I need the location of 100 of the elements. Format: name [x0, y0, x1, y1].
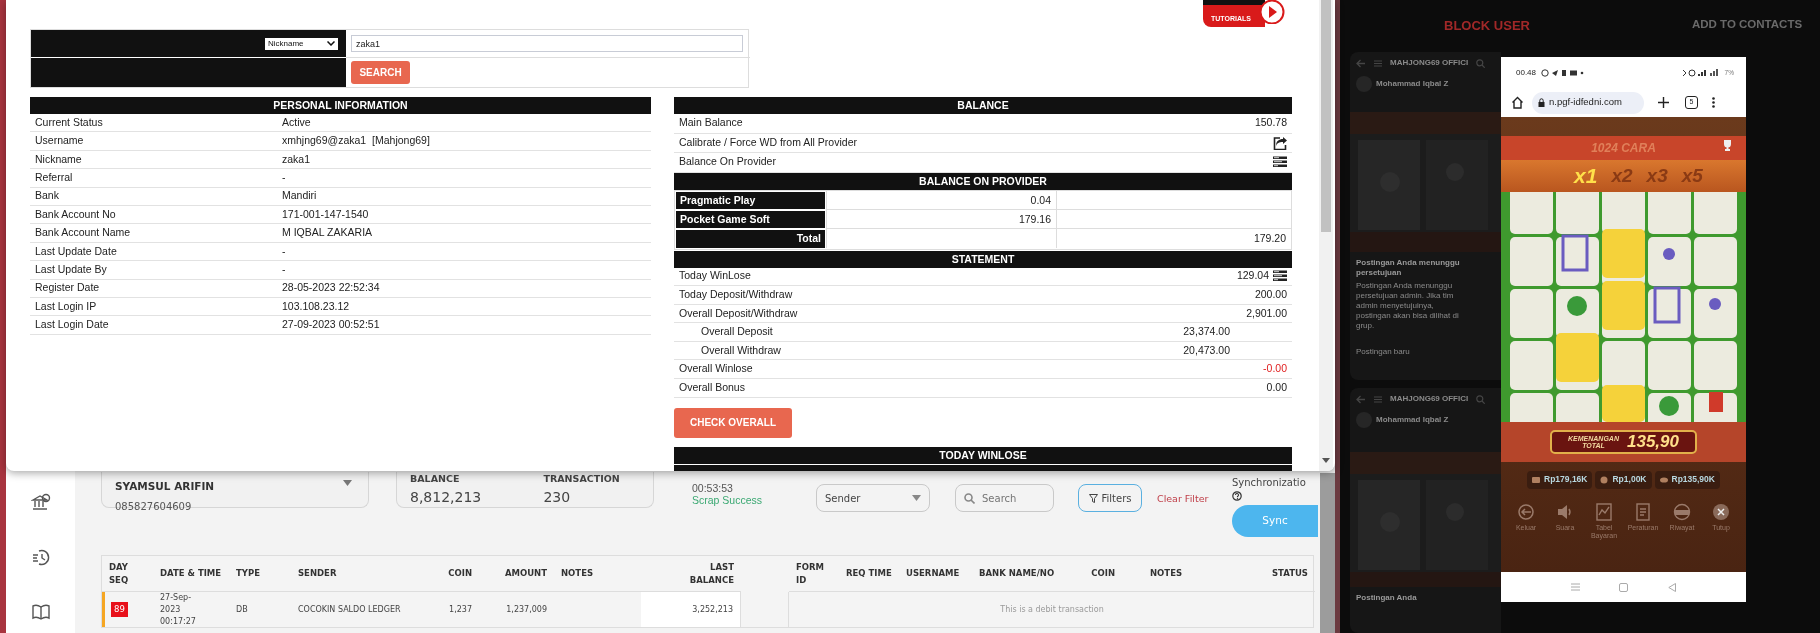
table-cell: 27-Sep-2023 00:17:27: [160, 591, 196, 628]
column-header: LAST BALANCE: [689, 560, 734, 587]
customer-name: SYAMSUL ARIFIN: [115, 480, 215, 493]
provider-name: Pocket Game Soft: [676, 210, 825, 228]
multiplier-label: x1: [1574, 163, 1598, 190]
column-header: COIN: [448, 567, 472, 580]
field-value: 23,374.00: [1183, 324, 1231, 340]
filter-icon: [1088, 493, 1098, 503]
history-icon[interactable]: [30, 547, 51, 567]
balance-value: Rp179,16K: [1544, 473, 1588, 486]
field-label: Main Balance: [679, 115, 743, 131]
status-time: 00.48: [1516, 66, 1537, 79]
scrap-time: 00:53:53: [692, 482, 733, 494]
field-label: Balance On Provider: [679, 154, 776, 170]
author-name: Mohammad Iqbal Z: [1376, 78, 1449, 90]
author-name: Mohammad Iqbal Z: [1376, 414, 1449, 426]
search-field[interactable]: Search: [955, 484, 1054, 512]
recents-icon[interactable]: [1570, 583, 1580, 591]
home-icon[interactable]: [1511, 96, 1524, 109]
menu-icon[interactable]: [1374, 59, 1382, 67]
field-value: 171-001-147-1540: [282, 206, 369, 222]
column-header: DAY SEQ: [109, 560, 129, 587]
caret-icon: [343, 480, 352, 486]
field-value: -: [282, 261, 286, 277]
list-icon[interactable]: [1273, 156, 1287, 169]
stat-label: BALANCE: [410, 473, 461, 484]
text-field[interactable]: zaka1: [351, 35, 743, 52]
search-button[interactable]: SEARCH: [351, 61, 410, 84]
search-icon[interactable]: [1476, 394, 1486, 404]
multiplier-label: x3: [1646, 163, 1668, 188]
field-label: Today WinLose: [679, 268, 751, 284]
new-tab-icon[interactable]: [1658, 97, 1669, 108]
table-cell: 1,237,009: [506, 603, 547, 616]
field-label: Register Date: [35, 280, 101, 296]
chart-icon: [1595, 503, 1613, 521]
filters-button[interactable]: Filters: [1078, 484, 1142, 512]
field-value: 200.00: [1254, 287, 1287, 302]
more-icon[interactable]: [1712, 97, 1715, 108]
clear-filter-link[interactable]: Clear Filter: [1157, 492, 1217, 507]
bank-icon[interactable]: [30, 492, 51, 512]
column-header: REQ TIME: [846, 567, 892, 580]
field-label: Last Login IP: [35, 298, 98, 314]
search-by-select[interactable]: Sender: [816, 484, 930, 512]
new-posts-label: Postingan baru: [1355, 346, 1411, 358]
back-icon[interactable]: [1668, 582, 1677, 592]
search-icon[interactable]: [1476, 58, 1486, 68]
section-header: BALANCE: [674, 97, 1292, 114]
column-header: NOTES: [1150, 567, 1183, 580]
field-label: Referral: [35, 170, 74, 185]
notice-title: Postingan Anda menunggu persetujuan: [1355, 257, 1461, 278]
notice-title: Postingan Anda: [1355, 592, 1418, 603]
section-header: STATEMENT: [674, 250, 1292, 268]
table-cell: 1,237: [449, 603, 472, 616]
url-text: n.pgf-idfedni.com: [1549, 95, 1622, 110]
balance-value: Rp135,90K: [1671, 473, 1715, 486]
table-cell: DB: [236, 603, 248, 616]
column-header: COIN: [1091, 567, 1115, 580]
sync-button[interactable]: Sync: [1232, 505, 1318, 537]
field-value: Active: [282, 114, 311, 130]
home-button-icon[interactable]: [1619, 582, 1629, 592]
field-value: 150.78: [1254, 115, 1287, 131]
field-select[interactable]: Nickname: [265, 37, 338, 50]
badge-icon: [1673, 503, 1691, 521]
provider-name: Pragmatic Play: [676, 191, 825, 209]
book-icon[interactable]: [30, 602, 51, 622]
back-icon[interactable]: [1356, 58, 1366, 68]
menu-icon[interactable]: [1374, 395, 1382, 403]
field-value: 27-09-2023 00:52:51: [282, 317, 380, 333]
field-value: 20,473.00: [1183, 342, 1231, 358]
column-header: STATUS: [1272, 567, 1308, 580]
block-user-button[interactable]: BLOCK USER: [1444, 16, 1530, 36]
field-label: Overall Bonus: [679, 380, 745, 395]
table-cell: COCOKIN SALDO LEDGER: [298, 603, 401, 616]
column-header: NOTES: [561, 567, 594, 580]
field-label: Bank Account Name: [35, 225, 132, 241]
field-label: Last Login Date: [35, 317, 110, 333]
coin-icon: [1600, 475, 1609, 484]
field-label: Overall Winlose: [679, 361, 753, 377]
scrap-status: Scrap Success: [692, 494, 763, 506]
section-header: PERSONAL INFORMATION: [30, 97, 651, 114]
field-value: 103.108.23.12: [282, 298, 350, 314]
multiplier-label: x5: [1681, 163, 1703, 188]
total-label: Total: [676, 229, 825, 248]
multiplier-label: x2: [1611, 163, 1633, 188]
address-bar[interactable]: n.pgf-idfedni.com: [1532, 91, 1644, 114]
scrollbar[interactable]: [1319, 0, 1333, 471]
add-to-contacts-button[interactable]: ADD TO CONTACTS: [1692, 16, 1803, 34]
group-title: MAHJONG69 OFFICI: [1390, 57, 1469, 69]
share-icon[interactable]: [1273, 135, 1287, 150]
play-icon[interactable]: [1258, 0, 1285, 24]
notice-text: Postingan Anda menunggu persetujuan admin. Jika tim admin menyetujuinya, postingan akan bisa dilihat di grup.: [1355, 280, 1460, 332]
scrollbar[interactable]: [1320, 473, 1335, 633]
chevron-icon: [327, 41, 335, 46]
customer-card[interactable]: SYAMSUL ARIFIN 085827604609: [101, 472, 369, 508]
back-icon[interactable]: [1356, 394, 1366, 404]
field-label: Username: [35, 133, 85, 149]
check-overall-button[interactable]: CHECK OVERALL: [674, 407, 792, 438]
field-label: Overall Deposit/Withdraw: [679, 305, 798, 321]
field-value: -0.00: [1263, 361, 1287, 377]
list-icon[interactable]: [1273, 270, 1287, 283]
